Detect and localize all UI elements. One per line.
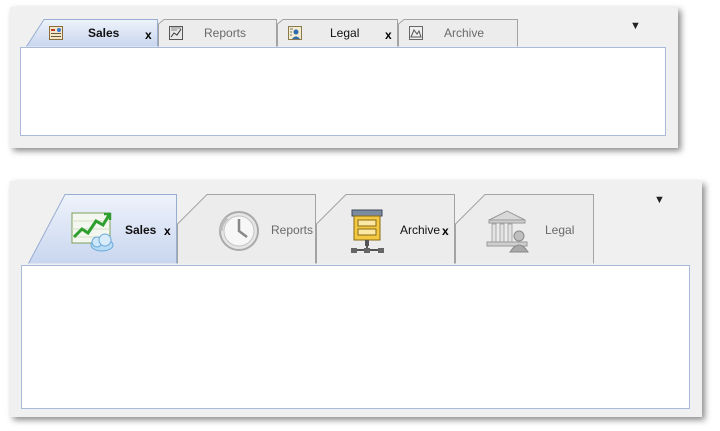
- tab-sales-small[interactable]: Sales x: [26, 19, 158, 47]
- courthouse-user-icon: [485, 208, 531, 254]
- tab-archive-small[interactable]: Archive: [398, 19, 518, 47]
- report-small-icon: [168, 25, 184, 41]
- small-tab-strip-panel: Sales x Reports Legal x Archive ▼: [10, 7, 678, 148]
- tab-label: Sales: [125, 223, 157, 237]
- close-icon[interactable]: x: [145, 28, 152, 42]
- tab-label: Legal: [545, 223, 575, 237]
- tab-legal-large[interactable]: Legal: [455, 194, 594, 264]
- sales-small-icon: [48, 25, 64, 41]
- sales-chart-cloud-icon: [70, 209, 116, 253]
- zip-archive-icon: [348, 208, 392, 254]
- large-tab-strip-panel: Sales x Reports Archive x Legal ▼: [10, 181, 702, 417]
- close-icon[interactable]: x: [164, 224, 171, 238]
- close-icon[interactable]: x: [442, 224, 449, 238]
- archive-small-icon: [408, 25, 424, 41]
- tab-label: Sales: [88, 26, 120, 40]
- tab-label: Reports: [271, 223, 314, 237]
- tab-content-area: [21, 265, 690, 409]
- tab-legal-small[interactable]: Legal x: [277, 19, 398, 47]
- tab-list-dropdown-icon[interactable]: ▼: [654, 195, 665, 206]
- tab-label: Legal: [330, 26, 360, 40]
- tab-label: Reports: [204, 26, 247, 40]
- tab-reports-large[interactable]: Reports: [177, 194, 316, 264]
- tab-sales-large[interactable]: Sales x: [28, 194, 177, 264]
- tab-reports-small[interactable]: Reports: [158, 19, 277, 47]
- clock-icon: [217, 209, 261, 253]
- tab-label: Archive: [444, 26, 485, 40]
- tab-content-area: [20, 47, 666, 136]
- tab-label: Archive: [400, 223, 441, 237]
- tab-archive-large[interactable]: Archive x: [316, 194, 455, 264]
- close-icon[interactable]: x: [385, 28, 392, 42]
- tab-list-dropdown-icon[interactable]: ▼: [630, 21, 641, 32]
- contact-card-icon: [287, 25, 303, 41]
